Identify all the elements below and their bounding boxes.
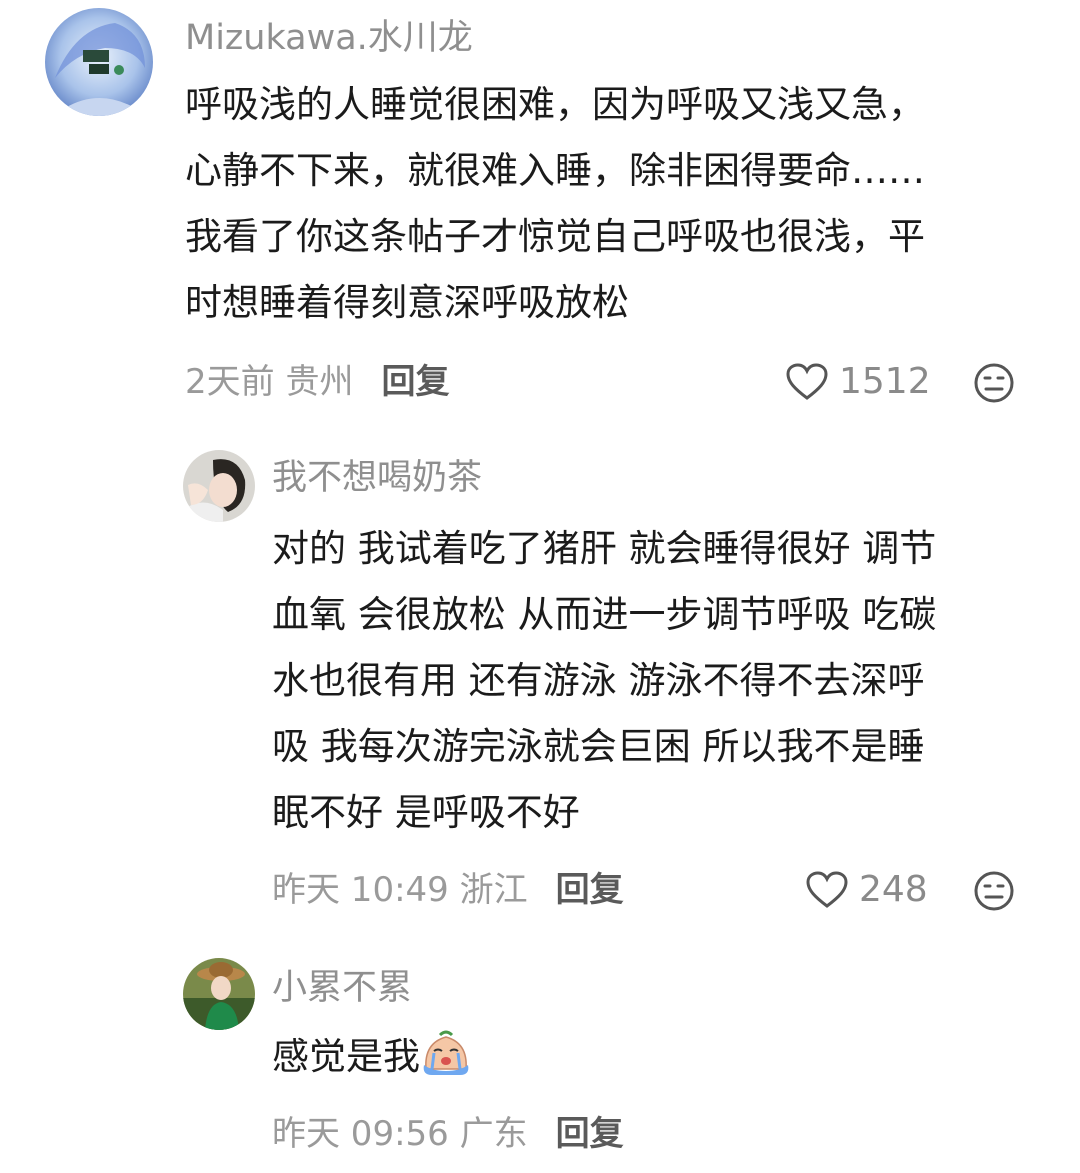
comment-3: 小累不累 感觉是我 昨天 09:56 广东 回复 <box>0 0 1080 1173</box>
avatar-image <box>183 958 255 1030</box>
comment-meta: 昨天 09:56 广东 回复 <box>272 1112 624 1156</box>
comment-text: 感觉是我 <box>272 1024 472 1090</box>
reply-button[interactable]: 回复 <box>556 1114 624 1154</box>
crying-emoji <box>423 1030 469 1075</box>
time-location: 昨天 09:56 广东 <box>272 1114 528 1154</box>
text-line: 感觉是我 <box>272 1024 472 1090</box>
text-content: 感觉是我 <box>272 1035 420 1078</box>
username[interactable]: 小累不累 <box>272 966 412 1010</box>
avatar[interactable] <box>183 958 255 1030</box>
